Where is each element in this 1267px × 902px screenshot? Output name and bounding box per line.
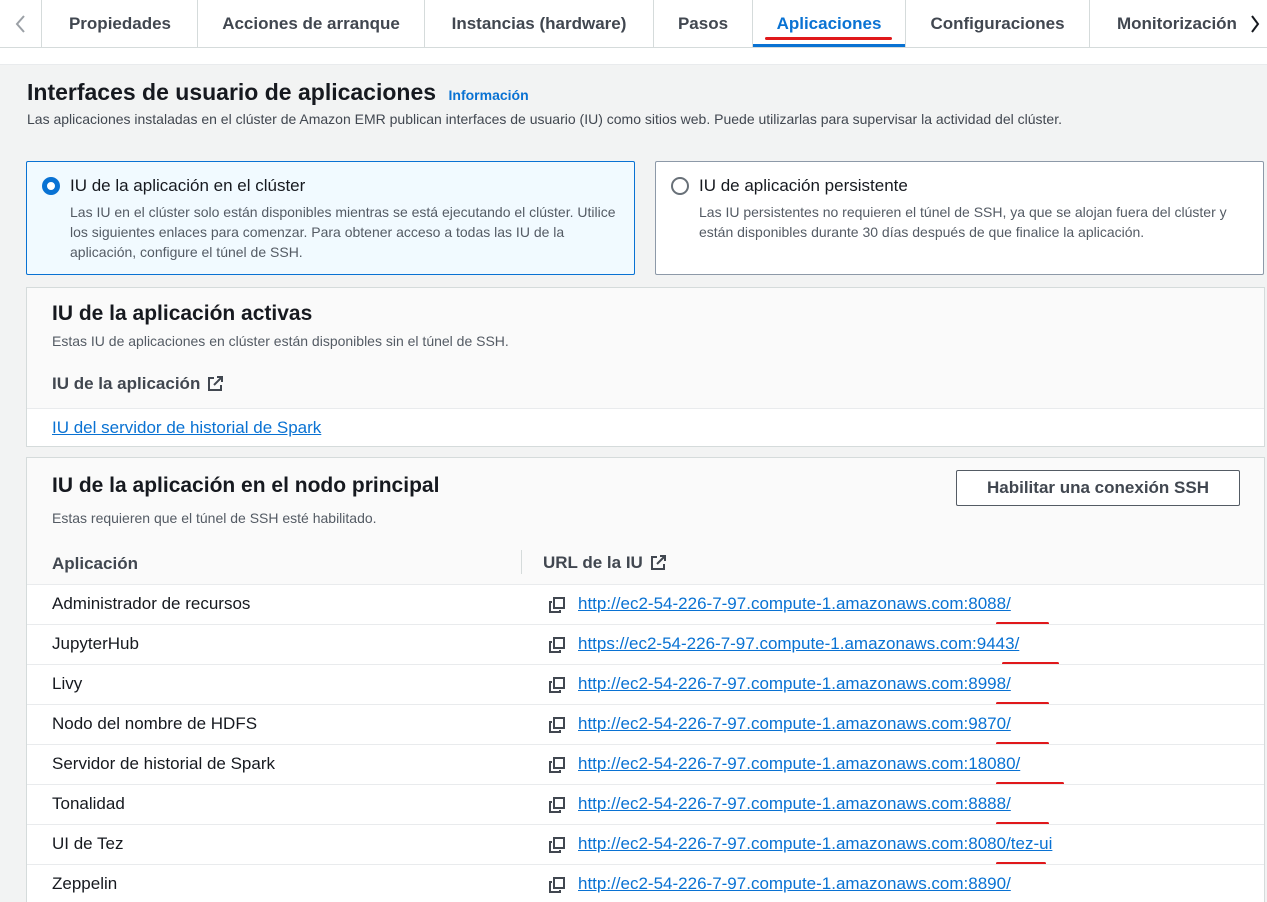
radio-unselected-icon[interactable] bbox=[671, 177, 689, 195]
panel-description: Estas requieren que el túnel de SSH esté… bbox=[52, 510, 377, 526]
section-heading: Interfaces de usuario de aplicaciones In… bbox=[27, 79, 529, 106]
column-header-application: Aplicación bbox=[52, 554, 138, 573]
option-persistent-ui[interactable]: IU de aplicación persistente Las IU pers… bbox=[655, 161, 1264, 275]
table-row: Nodo del nombre de HDFS http://ec2-54-22… bbox=[27, 704, 1264, 745]
app-name: Tonalidad bbox=[52, 794, 125, 813]
primary-node-ui-panel: IU de la aplicación en el nodo principal… bbox=[26, 457, 1265, 902]
tab-instancias[interactable]: Instancias (hardware) bbox=[425, 0, 654, 47]
option-description: Las IU persistentes no requieren el túne… bbox=[699, 204, 1227, 240]
panel-header: IU de la aplicación en el nodo principal… bbox=[27, 458, 1264, 584]
external-link-icon bbox=[208, 376, 224, 391]
table-row: Tonalidad http://ec2-54-226-7-97.compute… bbox=[27, 784, 1264, 825]
panel-title: IU de la aplicación activas bbox=[52, 302, 313, 325]
page-title: Interfaces de usuario de aplicaciones bbox=[27, 79, 437, 105]
ui-url-link[interactable]: http://ec2-54-226-7-97.compute-1.amazona… bbox=[578, 594, 1011, 614]
table-row: Servidor de historial de Spark http://ec… bbox=[27, 744, 1264, 785]
tab-bar: Propiedades Acciones de arranque Instanc… bbox=[0, 0, 1267, 48]
annotation-underline bbox=[765, 37, 892, 40]
column-header-ui-url: URL de la IU bbox=[543, 553, 667, 573]
table-row: Zeppelin http://ec2-54-226-7-97.compute-… bbox=[27, 864, 1264, 902]
panel-description: Estas IU de aplicaciones en clúster está… bbox=[52, 333, 509, 349]
table-row: Administrador de recursos http://ec2-54-… bbox=[27, 584, 1264, 625]
applications-container: Interfaces de usuario de aplicaciones In… bbox=[0, 64, 1267, 902]
app-name: Nodo del nombre de HDFS bbox=[52, 714, 258, 733]
app-name: UI de Tez bbox=[52, 834, 124, 853]
ui-url-link[interactable]: http://ec2-54-226-7-97.compute-1.amazona… bbox=[578, 874, 1011, 894]
ui-url-link[interactable]: http://ec2-54-226-7-97.compute-1.amazona… bbox=[578, 674, 1011, 694]
panel-header: IU de la aplicación activas Estas IU de … bbox=[27, 288, 1264, 408]
tab-configuraciones[interactable]: Configuraciones bbox=[906, 0, 1090, 47]
option-in-cluster-ui[interactable]: IU de la aplicación en el clúster Las IU… bbox=[26, 161, 635, 275]
ui-url-link[interactable]: http://ec2-54-226-7-97.compute-1.amazona… bbox=[578, 794, 1011, 814]
enable-ssh-button[interactable]: Habilitar una conexión SSH bbox=[956, 470, 1240, 506]
tab-acciones-de-arranque[interactable]: Acciones de arranque bbox=[198, 0, 425, 47]
app-name: JupyterHub bbox=[52, 634, 139, 653]
section-description: Las aplicaciones instaladas en el clúste… bbox=[27, 111, 1062, 127]
active-ui-panel: IU de la aplicación activas Estas IU de … bbox=[26, 287, 1265, 447]
copy-icon[interactable] bbox=[548, 836, 566, 854]
table-row: IU del servidor de historial de Spark bbox=[27, 408, 1264, 446]
scroll-right-button[interactable] bbox=[1242, 0, 1267, 47]
scroll-left-button[interactable] bbox=[0, 0, 42, 47]
table-row: UI de Tez http://ec2-54-226-7-97.compute… bbox=[27, 824, 1264, 865]
tab-monitorizacion[interactable]: Monitorización bbox=[1090, 0, 1242, 47]
option-label: IU de la aplicación en el clúster bbox=[70, 176, 306, 195]
table-row: Livy http://ec2-54-226-7-97.compute-1.am… bbox=[27, 664, 1264, 705]
ui-url-link[interactable]: http://ec2-54-226-7-97.compute-1.amazona… bbox=[578, 714, 1011, 734]
copy-icon[interactable] bbox=[548, 596, 566, 614]
radio-selected-icon[interactable] bbox=[42, 177, 60, 195]
app-name: Servidor de historial de Spark bbox=[52, 754, 276, 773]
tab-propiedades[interactable]: Propiedades bbox=[43, 0, 198, 47]
app-name: Livy bbox=[52, 674, 83, 693]
copy-icon[interactable] bbox=[548, 636, 566, 654]
app-name: Zeppelin bbox=[52, 874, 118, 893]
ui-url-link[interactable]: http://ec2-54-226-7-97.compute-1.amazona… bbox=[578, 834, 1052, 854]
copy-icon[interactable] bbox=[548, 796, 566, 814]
spark-history-server-link[interactable]: IU del servidor de historial de Spark bbox=[52, 418, 321, 438]
ui-url-link[interactable]: https://ec2-54-226-7-97.compute-1.amazon… bbox=[578, 634, 1019, 654]
external-link-icon bbox=[650, 555, 666, 570]
panel-title: IU de la aplicación en el nodo principal bbox=[52, 474, 440, 497]
copy-icon[interactable] bbox=[548, 756, 566, 774]
option-description: Las IU en el clúster solo están disponib… bbox=[70, 204, 616, 260]
copy-icon[interactable] bbox=[548, 676, 566, 694]
column-header-app-ui: IU de la aplicación bbox=[52, 374, 224, 394]
chevron-left-icon bbox=[15, 14, 25, 33]
ui-url-link[interactable]: http://ec2-54-226-7-97.compute-1.amazona… bbox=[578, 754, 1020, 774]
info-link[interactable]: Información bbox=[449, 87, 529, 103]
option-label: IU de aplicación persistente bbox=[699, 176, 908, 195]
tab-pasos[interactable]: Pasos bbox=[654, 0, 753, 47]
column-divider bbox=[521, 550, 522, 574]
copy-icon[interactable] bbox=[548, 876, 566, 894]
chevron-right-icon bbox=[1250, 14, 1259, 33]
copy-icon[interactable] bbox=[548, 716, 566, 734]
table-row: JupyterHub https://ec2-54-226-7-97.compu… bbox=[27, 624, 1264, 665]
app-name: Administrador de recursos bbox=[52, 594, 251, 613]
